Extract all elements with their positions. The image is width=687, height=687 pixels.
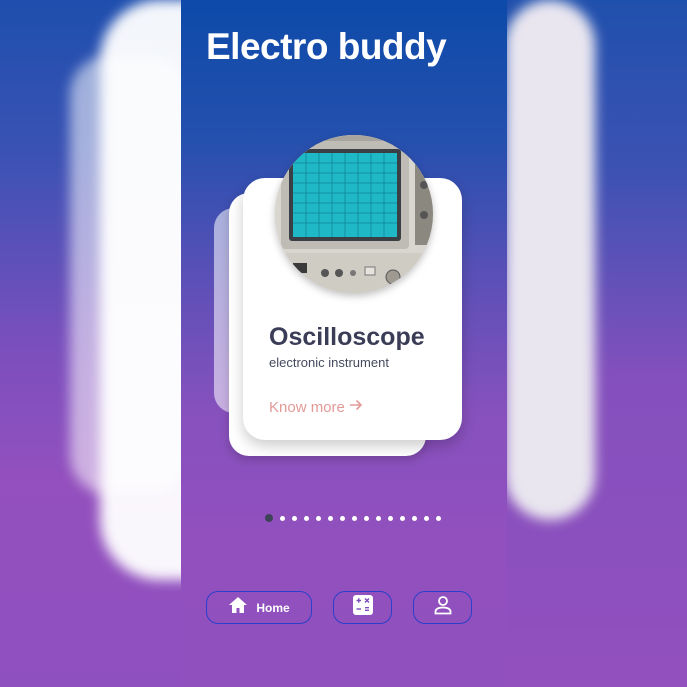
home-icon [228, 596, 248, 619]
page-dot[interactable] [376, 515, 381, 521]
profile-icon [433, 595, 453, 620]
app-title: Electro buddy [206, 26, 447, 67]
card-subtitle: electronic instrument [269, 355, 389, 370]
card-title: Oscilloscope [269, 323, 425, 351]
page-dot[interactable] [280, 515, 285, 521]
home-button[interactable]: Home [206, 591, 312, 624]
arrow-right-icon [349, 398, 363, 416]
page-dot[interactable] [328, 515, 333, 521]
page-dot-active[interactable] [265, 514, 273, 522]
page-dot[interactable] [352, 515, 357, 521]
know-more-link[interactable]: Know more [269, 398, 363, 416]
page-dot[interactable] [412, 515, 417, 521]
profile-button[interactable] [413, 591, 472, 624]
page-dot[interactable] [436, 515, 441, 521]
page-dot[interactable] [364, 515, 369, 521]
page-dot[interactable] [424, 515, 429, 521]
page-dot[interactable] [304, 515, 309, 521]
calculator-icon [352, 595, 373, 620]
page-dot[interactable] [400, 515, 405, 521]
background-card-blur [505, 0, 595, 520]
page-dot[interactable] [316, 515, 321, 521]
phone-screen: Electro buddy Oscilloscope electronic in… [181, 0, 507, 687]
page-indicator [265, 514, 441, 522]
page-dot[interactable] [340, 515, 345, 521]
page-dot[interactable] [388, 515, 393, 521]
home-label: Home [256, 600, 290, 615]
oscilloscope-photo [275, 135, 433, 293]
page-dot[interactable] [292, 515, 297, 521]
calculator-button[interactable] [333, 591, 392, 624]
know-more-label: Know more [269, 398, 345, 416]
